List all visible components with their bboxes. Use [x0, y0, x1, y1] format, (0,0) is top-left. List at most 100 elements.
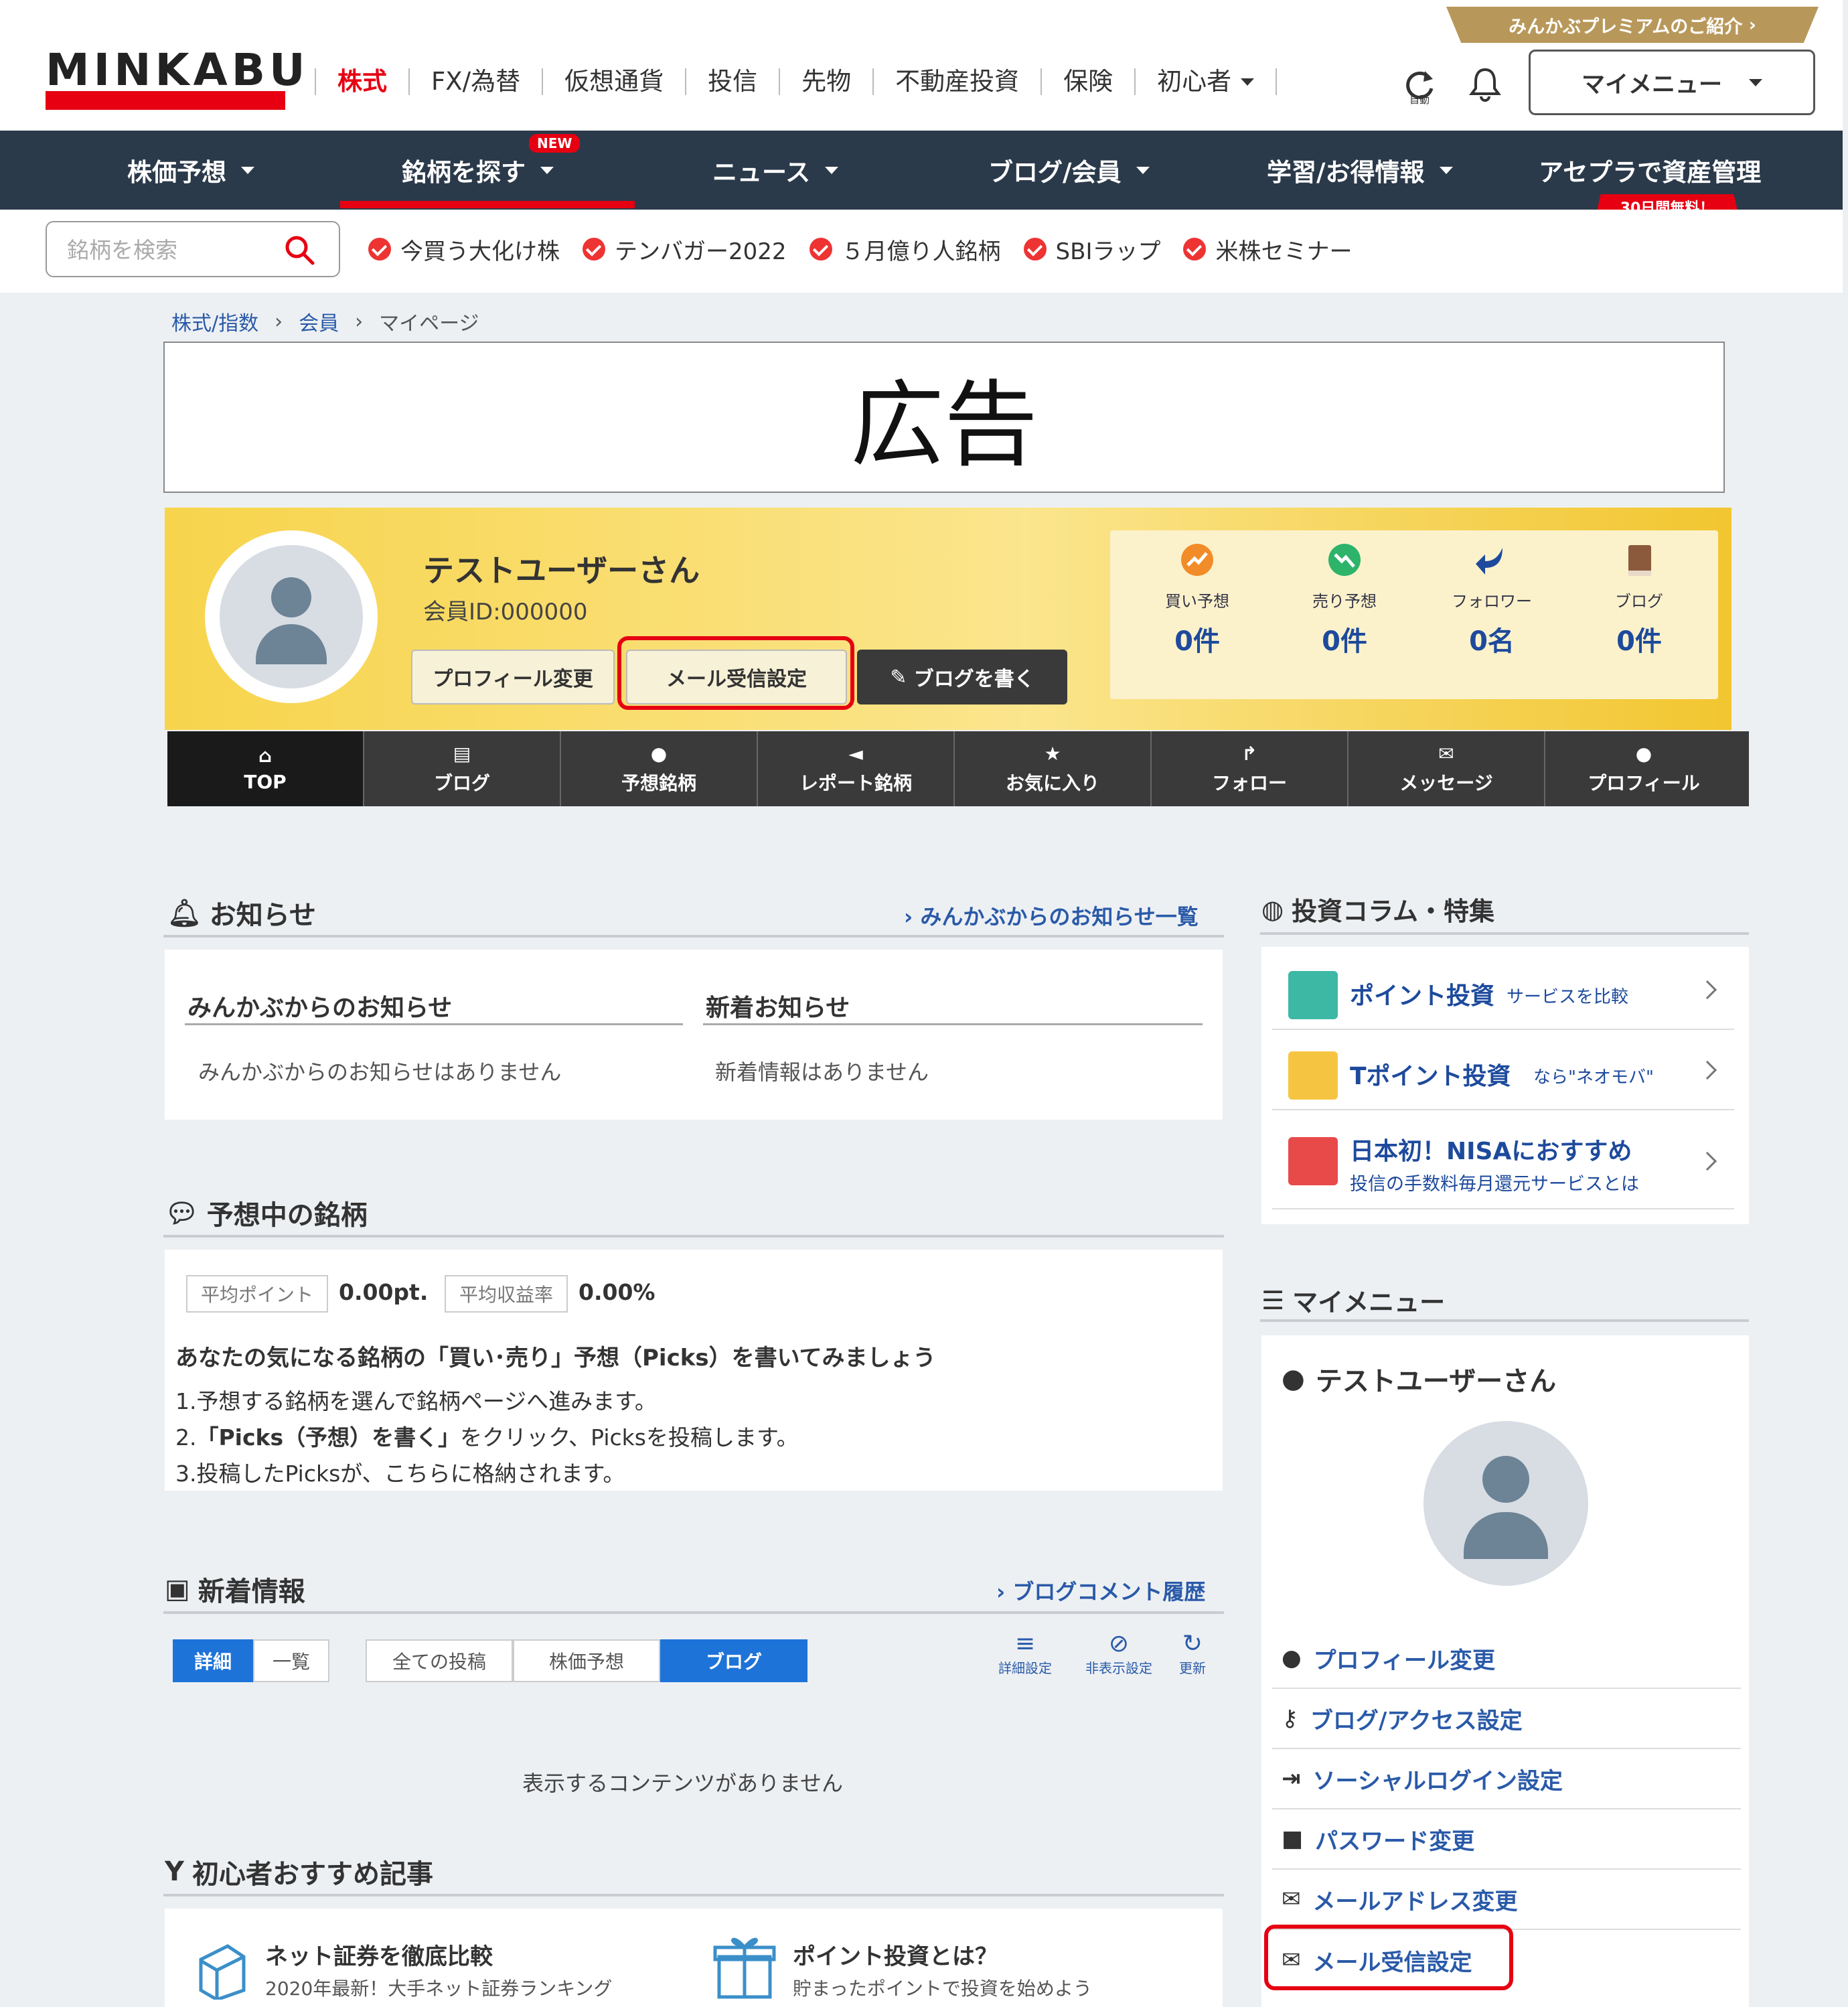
advertisement[interactable]: 広告 — [163, 342, 1725, 493]
share-arrow-icon: ↱ — [1241, 742, 1257, 765]
view-detail-button[interactable]: 詳細 — [173, 1639, 253, 1682]
catnav-news[interactable]: ニュース — [712, 131, 839, 210]
step-number: 2. — [175, 1424, 197, 1451]
edit-profile-button[interactable]: プロフィール変更 — [411, 650, 615, 704]
notice-col2-empty: 新着情報はありません — [715, 1059, 929, 1085]
menu-social-login[interactable]: ⇥ ソーシャルログイン設定 — [1272, 1749, 1741, 1809]
quick-link[interactable]: SBIラップ — [1023, 233, 1161, 266]
logo-underline — [46, 91, 285, 110]
menu-label: プロフィール変更 — [1313, 1647, 1495, 1674]
refresh-tool[interactable]: ↻ 更新 — [1162, 1630, 1223, 1677]
quick-link[interactable]: 今買う大化け株 — [368, 233, 560, 266]
tab-label: ブログ — [433, 771, 490, 794]
premium-banner[interactable]: みんかぶプレミアムのご紹介 › — [1446, 7, 1819, 43]
detail-settings-tool[interactable]: ≡ 詳細設定 — [988, 1630, 1062, 1677]
tab-report[interactable]: ◄ レポート銘柄 — [758, 731, 955, 806]
menu-email-change[interactable]: ✉ メールアドレス変更 — [1272, 1870, 1741, 1930]
nav-funds[interactable]: 投信 — [685, 68, 779, 95]
minkabu-logo[interactable]: MINKABU — [46, 44, 309, 96]
nav-futures[interactable]: 先物 — [779, 68, 872, 95]
divider — [703, 1023, 1203, 1025]
quick-link[interactable]: 米株セミナー — [1183, 233, 1352, 266]
blog-comment-history-link[interactable]: › ブログコメント履歴 — [996, 1575, 1205, 1606]
filter-stock-forecast[interactable]: 株価予想 — [513, 1639, 660, 1682]
nav-stocks[interactable]: 株式 — [315, 68, 408, 95]
forecast-title: 予想中の銘柄 — [206, 1200, 368, 1231]
chevron-right-icon: › — [275, 309, 283, 333]
menu-label: ブログ/アクセス設定 — [1310, 1707, 1523, 1734]
beginner-heading: Y 初心者おすすめ記事 — [165, 1852, 433, 1891]
view-list-button[interactable]: 一覧 — [253, 1639, 329, 1682]
side-avatar — [1423, 1421, 1588, 1586]
mymenu-button[interactable]: マイメニュー — [1529, 50, 1815, 115]
tab-follow[interactable]: ↱ フォロー — [1152, 731, 1349, 806]
search-icon[interactable] — [284, 234, 315, 265]
breadcrumb-stocks[interactable]: 株式/指数 — [171, 307, 258, 336]
article-title[interactable]: ポイント投資とは？ — [793, 1938, 998, 1971]
quick-link[interactable]: テンバガー2022 — [583, 233, 787, 266]
tab-blog[interactable]: ▤ ブログ — [364, 731, 561, 806]
nav-realestate[interactable]: 不動産投資 — [872, 68, 1041, 95]
filter-all-posts[interactable]: 全ての投稿 — [366, 1639, 513, 1682]
megaphone-icon: ◄ — [848, 742, 863, 765]
tab-message[interactable]: ✉ メッセージ — [1349, 731, 1545, 806]
nav-label: 先物 — [801, 67, 852, 96]
tab-label: フォロー — [1211, 771, 1287, 794]
write-blog-label: ブログを書く — [913, 668, 1034, 691]
breadcrumb-member[interactable]: 会員 — [299, 307, 339, 336]
catnav-learning[interactable]: 学習/お得情報 — [1267, 131, 1453, 210]
mypage-tabs: ⌂ TOP ▤ ブログ ● 予想銘柄 ◄ レポート銘柄 ★ お気に入り ↱ フォロー ✉ メッ… — [167, 731, 1749, 806]
nav-label: 仮想通貨 — [564, 67, 664, 96]
bell-icon[interactable] — [1468, 66, 1503, 102]
stat-buy-forecast[interactable]: 買い予想 0件 — [1130, 542, 1264, 658]
notice-title: お知らせ — [209, 900, 316, 931]
chevron-down-icon — [825, 166, 839, 174]
column-item[interactable]: Tポイント投資 なら"ネオモバ" — [1272, 1037, 1734, 1110]
article-title[interactable]: ネット証券を徹底比較 — [265, 1938, 493, 1971]
stat-sell-forecast[interactable]: 売り予想 0件 — [1278, 542, 1411, 658]
menu-password[interactable]: ■ パスワード変更 — [1272, 1809, 1741, 1870]
chevron-right-icon — [1697, 980, 1717, 1000]
hide-settings-tool[interactable]: ⊘ 非表示設定 — [1082, 1630, 1156, 1677]
auto-refresh-icon[interactable]: 自動 — [1401, 64, 1438, 104]
column-item[interactable]: ポイント投資 サービスを比較 — [1272, 956, 1734, 1030]
quick-link[interactable]: ５月億り人銘柄 — [809, 233, 1001, 266]
menu-blog-access[interactable]: ⚷ ブログ/アクセス設定 — [1272, 1689, 1741, 1749]
chevron-down-icon — [540, 166, 554, 174]
avg-return-label: 平均収益率 — [445, 1275, 568, 1313]
stat-followers[interactable]: フォロワー 0名 — [1425, 542, 1559, 658]
tool-label: 更新 — [1179, 1660, 1206, 1676]
breadcrumb: 株式/指数 › 会員 › マイページ — [171, 307, 479, 336]
chevron-down-icon — [1439, 166, 1453, 174]
nav-insurance[interactable]: 保険 — [1041, 68, 1134, 95]
tab-top[interactable]: ⌂ TOP — [167, 731, 364, 806]
column-item[interactable]: 日本初！NISAにおすすめ 投信の手数料毎月還元サービスとは — [1272, 1117, 1734, 1209]
tab-forecast[interactable]: ● 予想銘柄 — [561, 731, 758, 806]
notice-col1-empty: みんかぶからのお知らせはありません — [198, 1059, 562, 1085]
tab-label: レポート銘柄 — [799, 771, 912, 794]
write-blog-button[interactable]: ✎ ブログを書く — [857, 650, 1067, 704]
tab-label: お気に入り — [1005, 771, 1099, 794]
search-input[interactable] — [67, 236, 281, 264]
notice-heading: 🔔︎ お知らせ — [167, 893, 316, 932]
tab-profile[interactable]: ● プロフィール — [1545, 731, 1742, 806]
chevron-right-icon: › — [1742, 14, 1756, 35]
news-empty-message: 表示するコンテンツがありません — [522, 1771, 844, 1796]
stat-value: 0件 — [1174, 626, 1220, 657]
menu-edit-profile[interactable]: ● プロフィール変更 — [1272, 1629, 1741, 1689]
new-badge: NEW — [529, 134, 581, 153]
nav-beginner[interactable]: 初心者 — [1134, 68, 1276, 95]
notice-list-link[interactable]: › みんかぶからのお知らせ一覧 — [904, 900, 1199, 931]
forecast-step2: 2.「Picks（予想）を書く」をクリック、Picksを投稿します。 — [175, 1420, 799, 1452]
catnav-forecast[interactable]: 株価予想 — [127, 131, 254, 210]
stat-label: ブログ — [1615, 592, 1663, 611]
nav-fx[interactable]: FX/為替 — [408, 68, 542, 95]
stat-blog[interactable]: ブログ 0件 — [1572, 542, 1706, 658]
tab-favorites[interactable]: ★ お気に入り — [955, 731, 1152, 806]
catnav-blog-member[interactable]: ブログ/会員 — [988, 131, 1150, 210]
filter-blog[interactable]: ブログ — [660, 1639, 807, 1682]
highlight-box — [1264, 1925, 1513, 1990]
quick-link-label: SBIラップ — [1055, 238, 1161, 265]
nav-crypto[interactable]: 仮想通貨 — [542, 68, 685, 95]
tab-label: TOP — [244, 771, 287, 793]
